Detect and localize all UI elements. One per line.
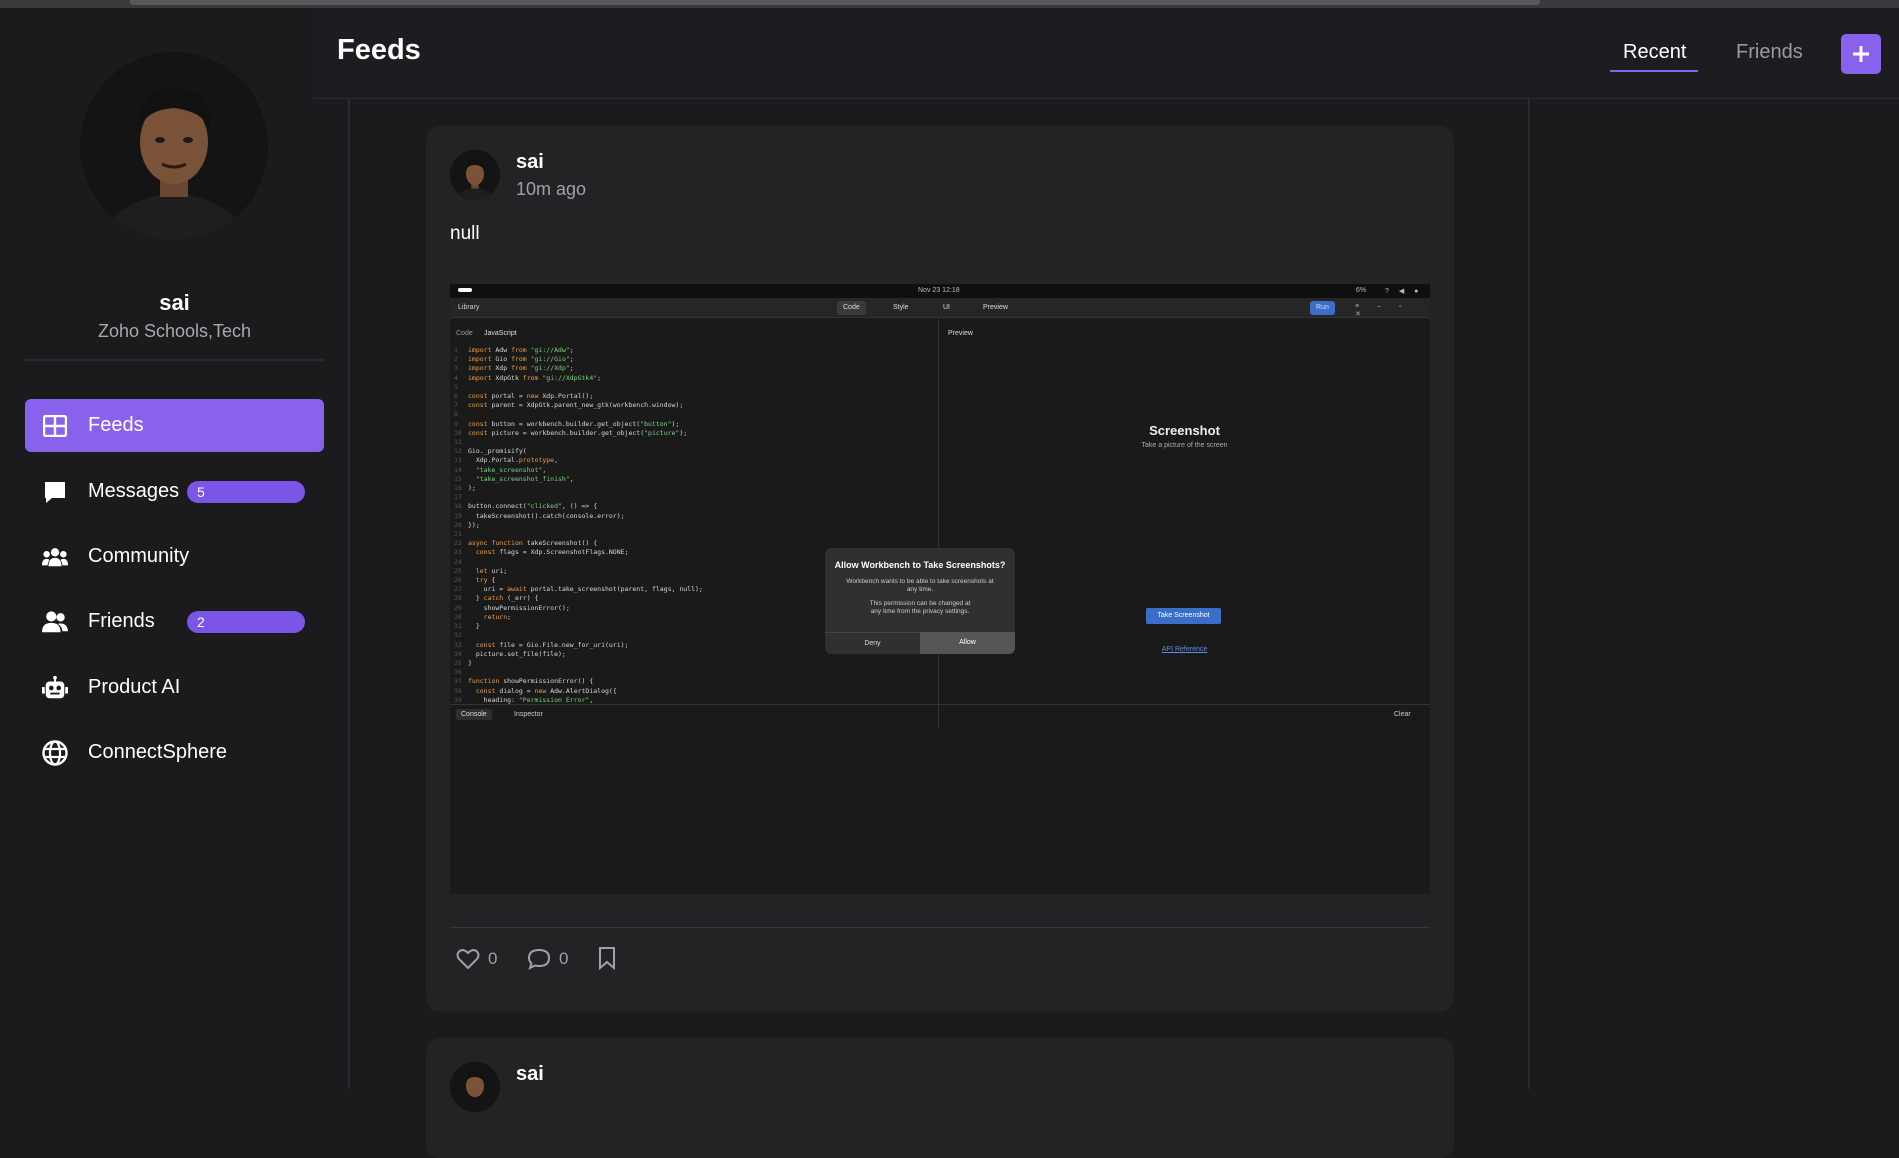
sidebar-item-community[interactable]: Community (25, 530, 324, 583)
style-tab[interactable]: Style (887, 301, 915, 315)
add-post-button[interactable] (1841, 34, 1881, 74)
robot-icon (42, 675, 68, 701)
os-clock: Nov 23 12:18 (918, 287, 960, 294)
post-image-screenshot[interactable]: Nov 23 12:18 6% ? ◀ ● Library Code Style… (450, 284, 1430, 894)
messages-count-badge: 5 (187, 481, 305, 503)
comment-bubble-icon (527, 948, 551, 970)
sidebar-item-label: Community (88, 545, 190, 567)
console-divider (450, 704, 1430, 705)
main-header: Feeds Recent Friends (313, 8, 1899, 99)
heart-icon (456, 949, 480, 970)
preview-select[interactable]: Preview (948, 330, 973, 337)
community-icon (42, 544, 68, 570)
dialog-text: This permission can be changed at any ti… (869, 600, 971, 615)
avatar-photo (450, 1062, 500, 1112)
top-scroll-strip (0, 0, 1899, 8)
dialog-title: Allow Workbench to Take Screenshots? (834, 560, 1006, 570)
comment-count: 0 (559, 949, 569, 968)
inspector-tab[interactable]: Inspector (514, 711, 543, 718)
bookmark-button[interactable] (598, 946, 616, 970)
preview-tab[interactable]: Preview (977, 301, 1014, 315)
dialog-text: Workbench wants to be able to take scree… (846, 578, 994, 593)
feed-right-border (1528, 99, 1530, 1089)
tab-friends[interactable]: Friends (1736, 41, 1803, 64)
sidebar-item-messages[interactable]: Messages 5 (25, 465, 324, 518)
profile-organization: Zoho Schools,Tech (97, 321, 252, 341)
preview-title: Screenshot (1149, 423, 1220, 438)
take-screenshot-button[interactable]: Take Screenshot (1146, 608, 1221, 624)
chat-bubble-icon (42, 479, 68, 505)
post-divider (450, 927, 1430, 928)
code-label: Code (456, 330, 473, 337)
bookmark-icon (599, 947, 615, 970)
sidebar: sai Zoho Schools,Tech Feeds Messages 5 C… (0, 8, 324, 1089)
run-button[interactable]: Run (1310, 301, 1335, 315)
preview-subtitle: Take a picture of the screen (1141, 442, 1228, 449)
post-author-name[interactable]: sai (516, 1063, 544, 1086)
sidebar-item-friends[interactable]: Friends 2 (25, 595, 324, 648)
feed-post: sai (426, 1038, 1454, 1158)
allow-button[interactable]: Allow (920, 632, 1015, 654)
sidebar-item-label: Product AI (88, 676, 181, 698)
code-tab[interactable]: Code (837, 301, 866, 315)
sidebar-item-label: ConnectSphere (88, 741, 227, 763)
globe-icon (42, 740, 68, 766)
plus-icon (1853, 46, 1869, 62)
post-timestamp: 10m ago (516, 179, 587, 199)
workbench-toolbar: Library Code Style UI Preview Run ≡ – ▫ … (450, 298, 1430, 318)
page-title: Feeds (337, 34, 421, 66)
language-select[interactable]: JavaScript (484, 330, 517, 337)
post-author-avatar[interactable] (450, 1062, 500, 1112)
like-button[interactable]: 0 (456, 948, 497, 970)
avatar-photo (80, 52, 268, 240)
ui-tab[interactable]: UI (937, 301, 956, 315)
profile-avatar[interactable] (80, 52, 268, 240)
grid-icon (42, 413, 68, 439)
os-battery: 6% (1356, 287, 1367, 294)
avatar-photo (450, 150, 500, 200)
friends-icon (42, 609, 68, 635)
horizontal-scrollbar[interactable] (130, 0, 1540, 5)
post-body-text: null (450, 223, 480, 244)
editor-split[interactable] (938, 318, 939, 728)
deny-button[interactable]: Deny (825, 632, 920, 654)
active-tab-indicator (1610, 70, 1698, 72)
sidebar-item-connectsphere[interactable]: ConnectSphere (25, 726, 324, 779)
library-button[interactable]: Library (458, 304, 479, 311)
divider (25, 359, 324, 361)
comment-button[interactable]: 0 (527, 948, 568, 970)
permission-dialog: Allow Workbench to Take Screenshots? Wor… (825, 548, 1015, 654)
like-count: 0 (488, 949, 498, 968)
sidebar-item-product-ai[interactable]: Product AI (25, 661, 324, 714)
clear-button[interactable]: Clear (1394, 711, 1411, 718)
profile-name: sai (159, 290, 190, 315)
console-tab[interactable]: Console (456, 709, 492, 720)
sidebar-item-feeds[interactable]: Feeds (25, 399, 324, 452)
post-author-avatar[interactable] (450, 150, 500, 200)
sidebar-item-label: Friends (88, 610, 155, 632)
feed-post: sai 10m ago null Nov 23 12:18 6% ? ◀ ● L… (426, 126, 1454, 1012)
os-top-bar: Nov 23 12:18 6% ? ◀ ● (450, 284, 1430, 298)
feed-left-border (348, 99, 350, 1089)
friends-count-badge: 2 (187, 611, 305, 633)
sidebar-item-label: Messages (88, 480, 180, 502)
sidebar-item-label: Feeds (88, 414, 144, 436)
tab-recent[interactable]: Recent (1623, 41, 1686, 64)
post-author-name[interactable]: sai (516, 151, 544, 174)
